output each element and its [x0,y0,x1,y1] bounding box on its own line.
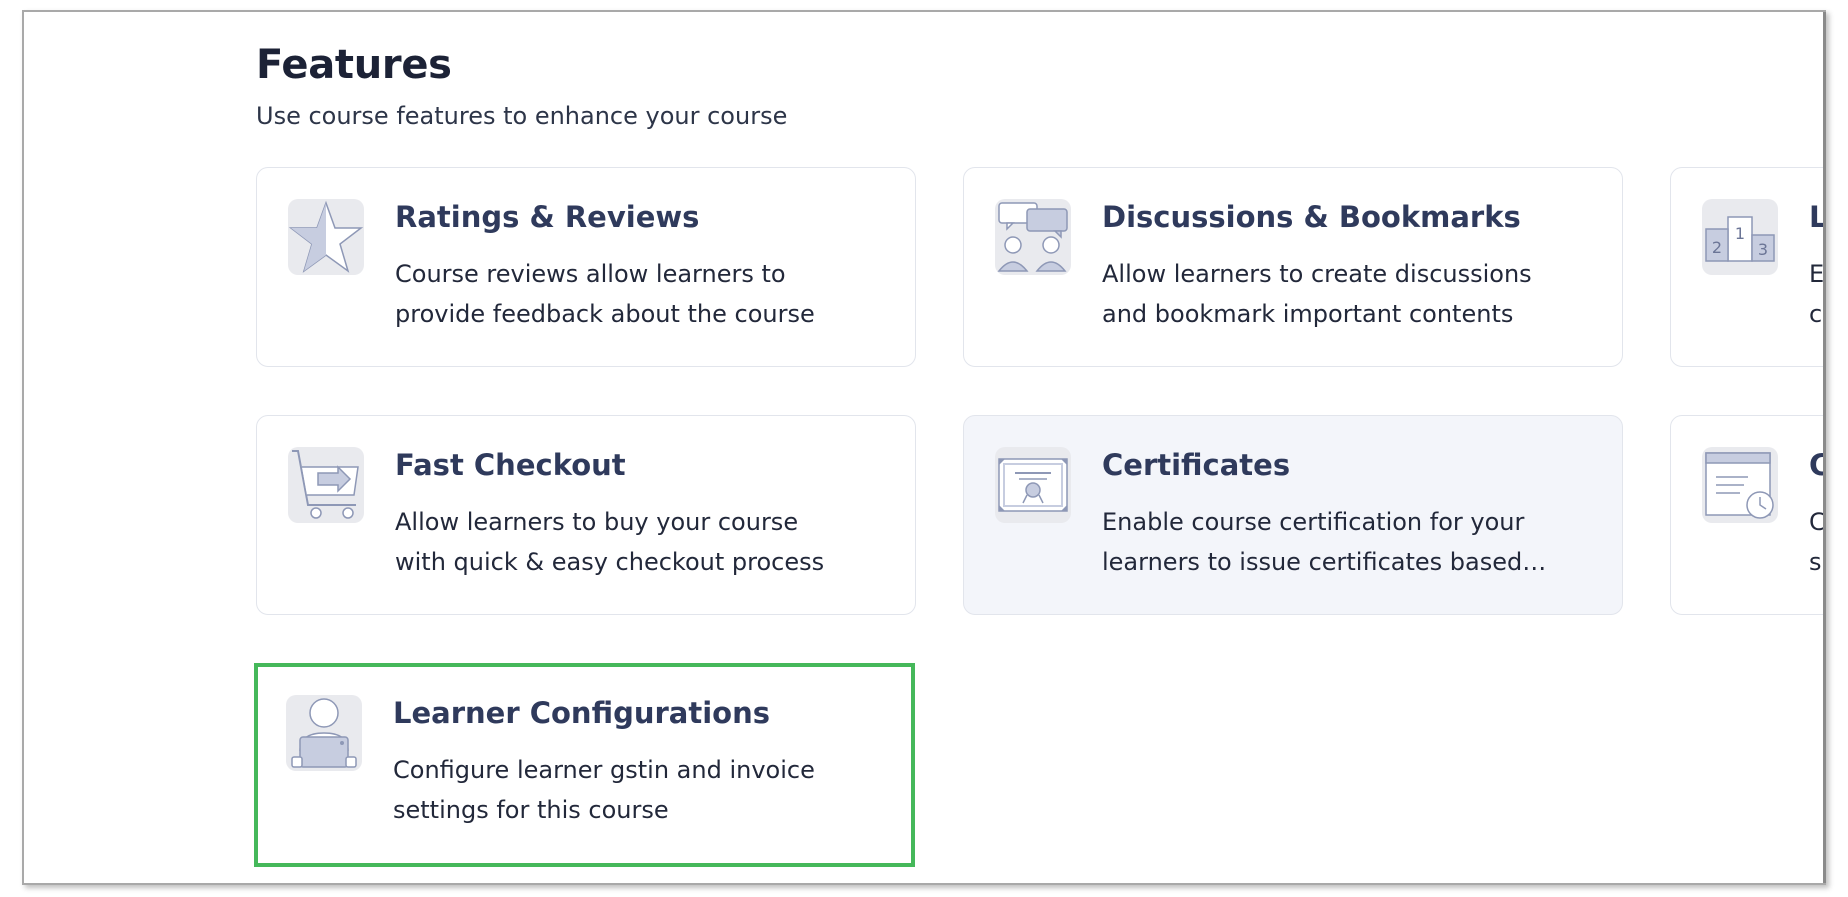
svg-text:3: 3 [1758,240,1768,259]
feature-title: Ratings & Reviews [395,200,700,234]
learner-icon [286,695,362,771]
feature-description: Configure learner gstin and invoice sett… [393,756,815,824]
features-panel: Features Use course features to enhance … [22,10,1826,885]
discussion-icon [995,199,1071,275]
feature-card-ratings-reviews[interactable]: Ratings & Reviews Course reviews allow l… [256,167,916,367]
podium-icon: 1 2 3 [1702,199,1778,275]
feature-title: Certificates [1102,448,1291,482]
feature-description: Course reviews allow learners to provide… [395,260,815,328]
feature-description: Allow learners to buy your course with q… [395,508,825,576]
feature-card-fast-checkout[interactable]: Fast Checkout Allow learners to buy your… [256,415,916,615]
star-icon [288,199,364,275]
feature-card-discussions-bookmarks[interactable]: Discussions & Bookmarks Allow learners t… [963,167,1623,367]
feature-card-certificates[interactable]: Certificates Enable course certification… [963,415,1623,615]
feature-title: Fast Checkout [395,448,626,482]
feature-card-schedule[interactable]: C C s [1670,415,1826,615]
feature-description: Enable course certification for your lea… [1102,508,1547,576]
page-title: Features [256,42,452,88]
svg-text:2: 2 [1712,238,1722,257]
feature-card-learner-configurations[interactable]: Learner Configurations Configure learner… [254,663,915,867]
window-edge [1823,12,1826,883]
schedule-icon [1702,447,1778,523]
svg-text:1: 1 [1735,224,1745,243]
feature-title: Discussions & Bookmarks [1102,200,1521,234]
certificate-icon [995,447,1071,523]
feature-card-leaderboard[interactable]: 1 2 3 L E c [1670,167,1826,367]
page-subtitle: Use course features to enhance your cour… [256,102,788,130]
cart-icon [288,447,364,523]
feature-description: Allow learners to create discussions and… [1102,260,1532,328]
feature-title: Learner Configurations [393,696,770,730]
